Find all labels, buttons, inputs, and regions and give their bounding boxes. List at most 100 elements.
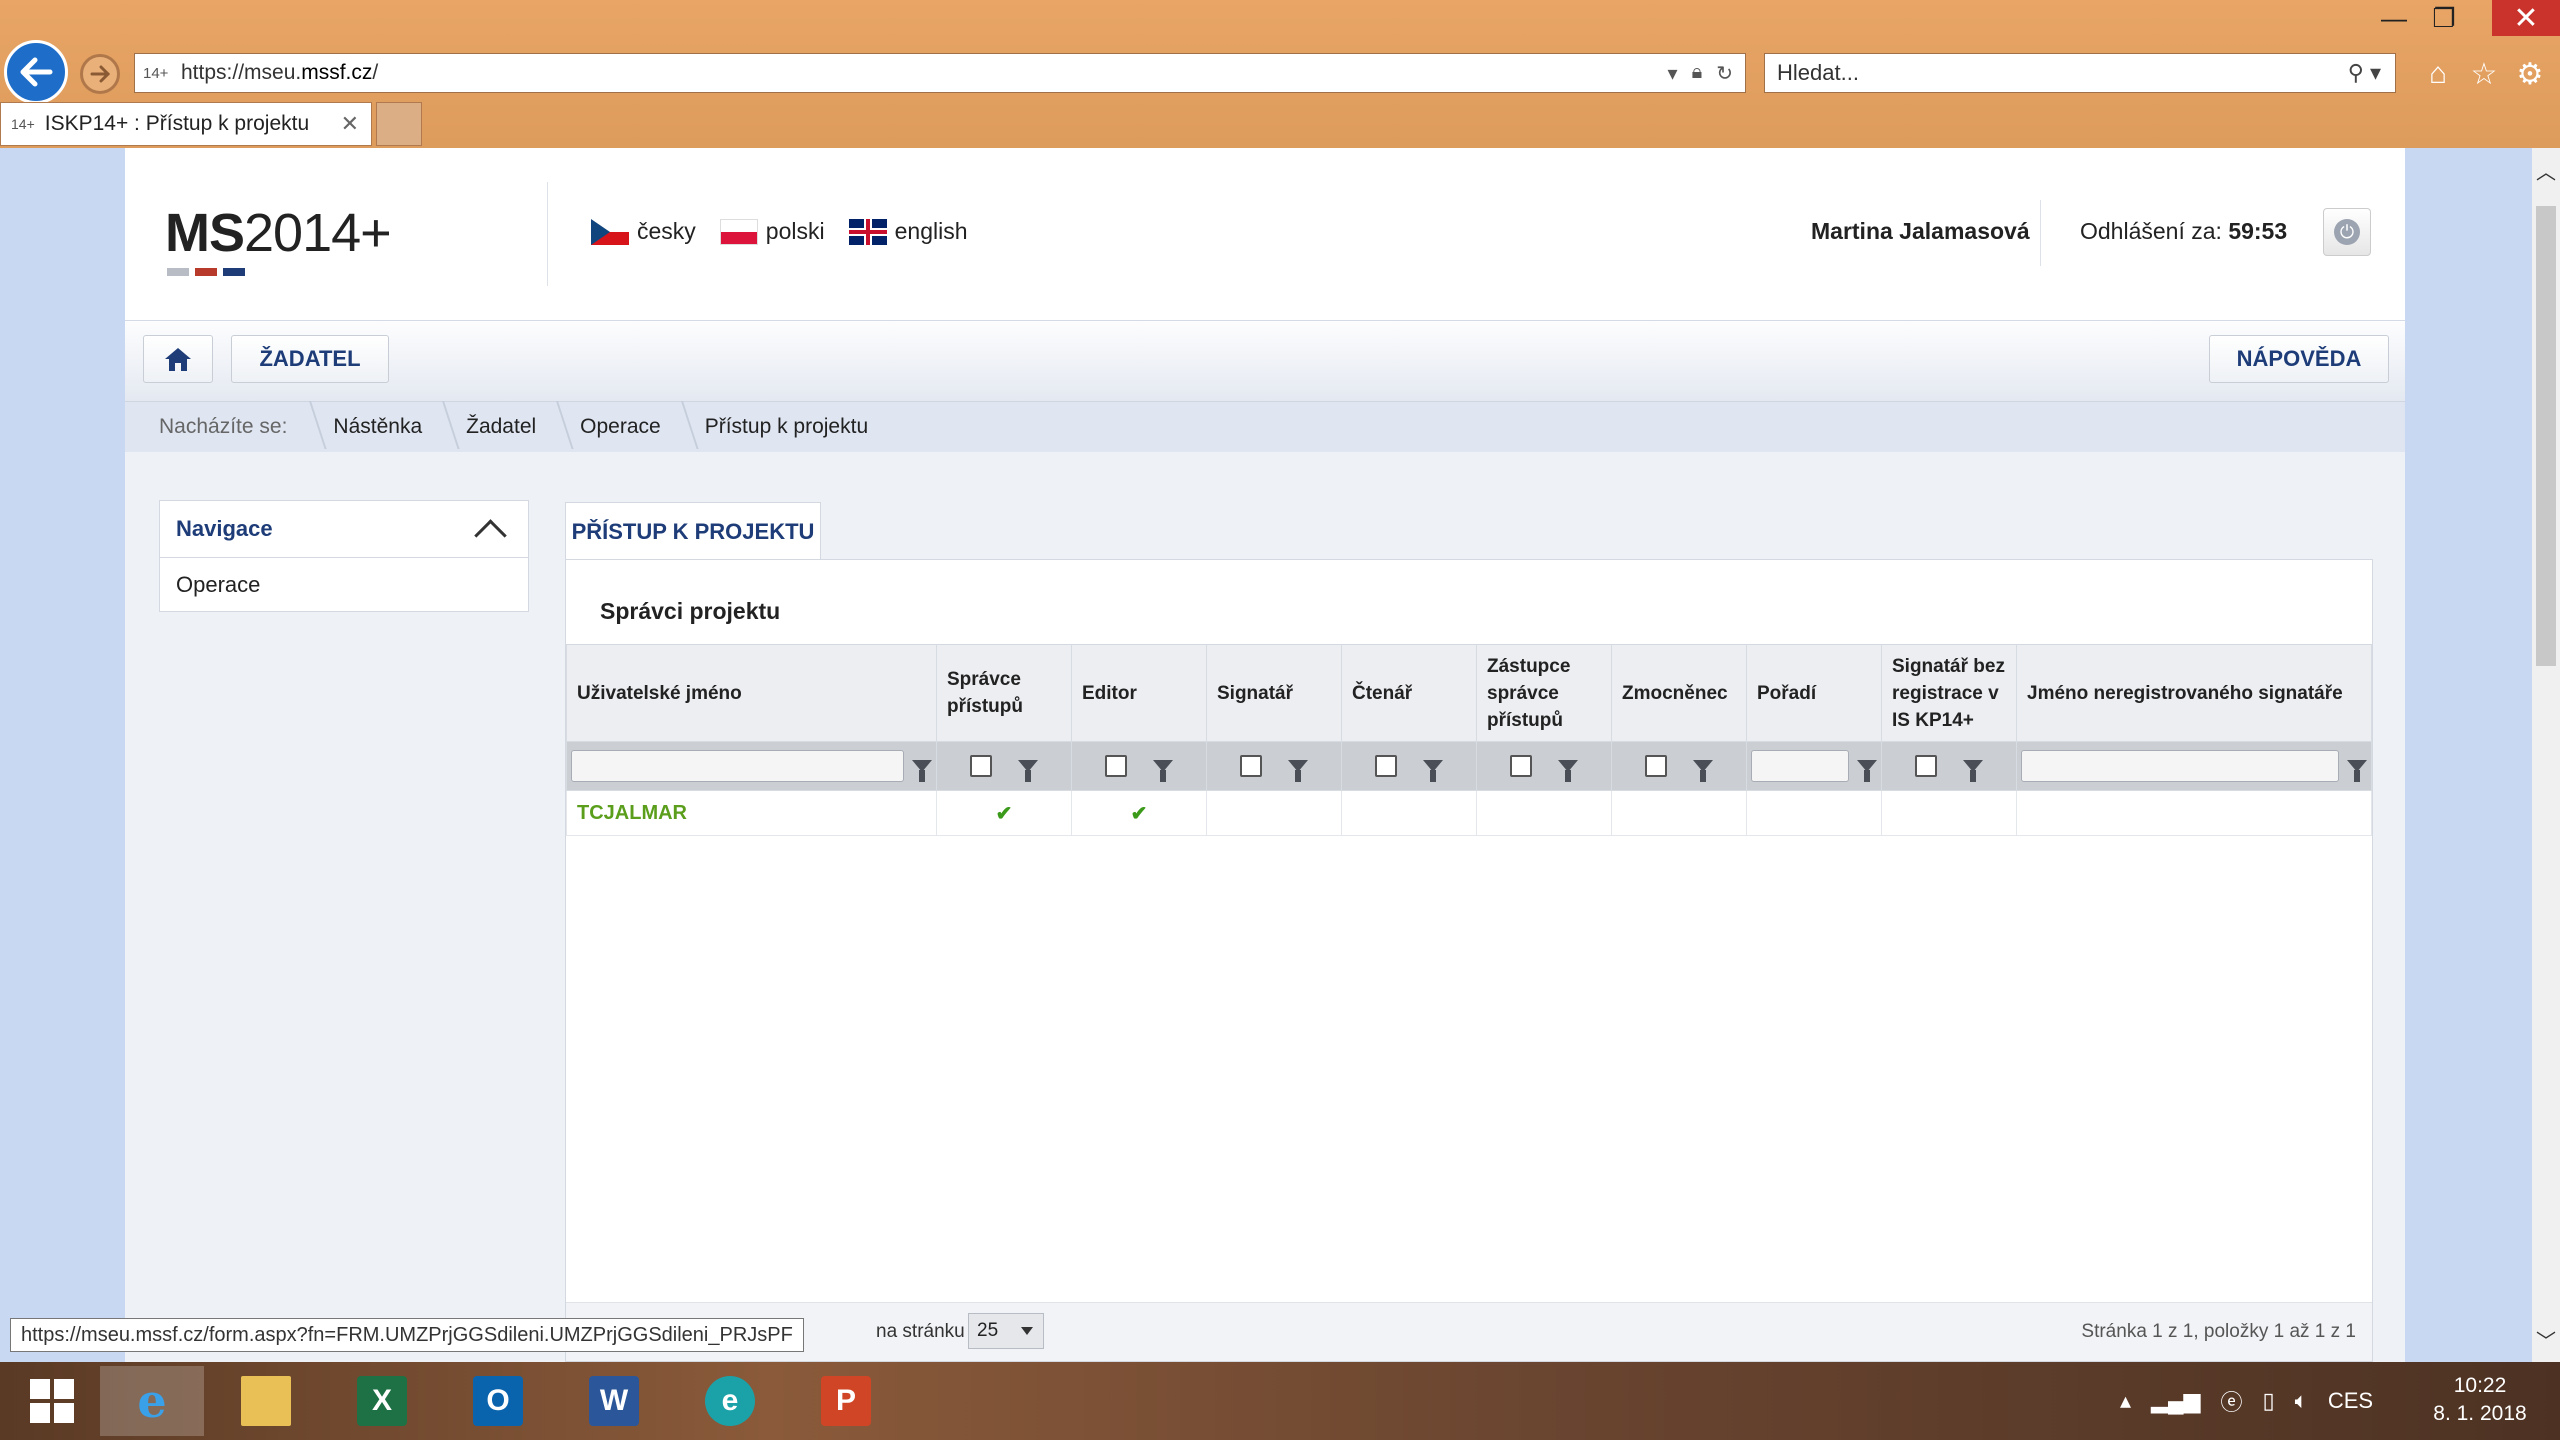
taskbar-outlook[interactable]: O bbox=[446, 1366, 550, 1436]
home-icon bbox=[165, 348, 191, 371]
unregistered-name-filter-input[interactable] bbox=[2021, 750, 2339, 782]
taskbar-edge[interactable]: e bbox=[678, 1366, 782, 1436]
filter-checkbox[interactable] bbox=[1915, 755, 1937, 777]
nav-item-operace[interactable]: Operace bbox=[160, 558, 528, 612]
filter-checkbox[interactable] bbox=[1645, 755, 1667, 777]
filter-checkbox[interactable] bbox=[1375, 755, 1397, 777]
scroll-down-arrow-icon[interactable]: ﹀ bbox=[2532, 1325, 2560, 1354]
col-header-unregistered-signatory[interactable]: Signatář bez registrace v IS KP14+ bbox=[1881, 644, 2017, 742]
scroll-up-arrow-icon[interactable]: ︿ bbox=[2532, 156, 2560, 185]
filter-checkbox[interactable] bbox=[1105, 755, 1127, 777]
help-button[interactable]: NÁPOVĚDA bbox=[2209, 335, 2389, 383]
filter-icon[interactable] bbox=[1153, 760, 1173, 782]
tab-pristup-k-projektu[interactable]: PŘÍSTUP K PROJEKTU bbox=[565, 502, 821, 560]
tab-close-icon[interactable]: ✕ bbox=[341, 111, 359, 137]
taskbar-internet-explorer[interactable]: e bbox=[100, 1366, 204, 1436]
filter-icon[interactable] bbox=[1423, 760, 1443, 782]
col-header-editor[interactable]: Editor bbox=[1071, 644, 1207, 742]
filter-icon[interactable] bbox=[1018, 760, 1038, 782]
filter-icon[interactable] bbox=[1558, 760, 1578, 782]
battery-icon[interactable]: ▯ bbox=[2263, 1388, 2275, 1414]
dropdown-icon[interactable]: ▾ bbox=[1668, 61, 1678, 86]
refresh-icon[interactable]: ↻ bbox=[1716, 61, 1733, 86]
app-header: MS2014+ česky polski english Martina Jal… bbox=[125, 148, 2405, 321]
filter-checkbox[interactable] bbox=[1240, 755, 1262, 777]
filter-row bbox=[566, 741, 2372, 791]
home-button[interactable] bbox=[143, 335, 213, 383]
restore-button[interactable]: ❐ bbox=[2414, 0, 2474, 36]
lock-icon[interactable]: 🔒︎ bbox=[1692, 61, 1703, 86]
taskbar-excel[interactable]: X bbox=[330, 1366, 434, 1436]
gear-icon[interactable]: ⚙ bbox=[2510, 54, 2550, 94]
polish-flag-icon bbox=[719, 218, 758, 245]
page-size-select[interactable]: 25 bbox=[968, 1313, 1044, 1349]
filter-checkbox[interactable] bbox=[970, 755, 992, 777]
eset-icon[interactable]: ⓔ bbox=[2220, 1385, 2242, 1417]
scroll-thumb[interactable] bbox=[2536, 206, 2556, 666]
excel-icon: X bbox=[357, 1376, 407, 1426]
col-header-deputy-admin[interactable]: Zástupce správce přístupů bbox=[1476, 644, 1612, 742]
filter-icon[interactable] bbox=[1963, 760, 1983, 782]
system-tray: ▴ ▂▄▆ ⓔ ▯ 🔈︎ CES bbox=[2120, 1362, 2373, 1440]
grid-pager: na stránku 25 Stránka 1 z 1, položky 1 a… bbox=[566, 1302, 2372, 1361]
volume-icon[interactable]: 🔈︎ bbox=[2295, 1388, 2308, 1414]
col-header-access-admin[interactable]: Správce přístupů bbox=[936, 644, 1072, 742]
filter-icon[interactable] bbox=[2347, 760, 2367, 782]
col-header-signatory[interactable]: Signatář bbox=[1206, 644, 1342, 742]
access-admin-check-icon: ✔ bbox=[936, 790, 1072, 836]
col-header-unregistered-name[interactable]: Jméno neregistrovaného signatáře bbox=[2016, 644, 2372, 742]
home-icon[interactable]: ⌂ bbox=[2418, 54, 2458, 94]
breadcrumb-item-operace[interactable]: Operace bbox=[556, 415, 681, 439]
col-header-username[interactable]: Uživatelské jméno bbox=[566, 644, 937, 742]
ms2014-logo[interactable]: MS2014+ bbox=[165, 202, 392, 276]
col-header-proxy[interactable]: Zmocněnec bbox=[1611, 644, 1747, 742]
chevron-up-icon[interactable] bbox=[474, 518, 507, 552]
new-tab-button[interactable] bbox=[376, 102, 422, 146]
start-button[interactable] bbox=[0, 1366, 104, 1436]
username-filter-input[interactable] bbox=[571, 750, 904, 782]
order-filter-input[interactable] bbox=[1751, 750, 1849, 782]
filter-icon[interactable] bbox=[1857, 760, 1877, 782]
internet-explorer-icon: e bbox=[137, 1374, 167, 1428]
divider bbox=[547, 182, 548, 286]
user-name[interactable]: Martina Jalamasová bbox=[1811, 218, 2030, 245]
tab-favicon: 14+ bbox=[11, 116, 35, 132]
taskbar-file-explorer[interactable] bbox=[214, 1366, 318, 1436]
page-size-label: na stránku bbox=[876, 1321, 965, 1342]
filter-icon[interactable] bbox=[912, 760, 932, 782]
filter-icon[interactable] bbox=[1288, 760, 1308, 782]
forward-button[interactable] bbox=[80, 54, 120, 94]
back-button[interactable] bbox=[4, 40, 68, 104]
input-language[interactable]: CES bbox=[2328, 1388, 2373, 1414]
close-window-button[interactable]: ✕ bbox=[2492, 0, 2560, 36]
logout-timer: Odhlášení za: 59:53 bbox=[2080, 218, 2288, 244]
logout-button[interactable]: ⏻ bbox=[2323, 208, 2371, 256]
windows-taskbar: e X O W e P ▴ ▂▄▆ ⓔ ▯ 🔈︎ CES 10:22 8. 1.… bbox=[0, 1362, 2560, 1440]
breadcrumb-item-zadatel[interactable]: Žadatel bbox=[442, 415, 556, 439]
search-icon[interactable]: ⚲ ▾ bbox=[2348, 60, 2381, 86]
breadcrumb-item-nastenka[interactable]: Nástěnka bbox=[309, 415, 442, 439]
navigation-header[interactable]: Navigace bbox=[160, 501, 528, 558]
lang-czech[interactable]: česky bbox=[591, 218, 696, 245]
lang-english[interactable]: english bbox=[848, 218, 968, 245]
taskbar-clock[interactable]: 10:22 8. 1. 2018 bbox=[2410, 1372, 2550, 1428]
zadatel-button[interactable]: ŽADATEL bbox=[231, 335, 389, 383]
taskbar-powerpoint[interactable]: P bbox=[794, 1366, 898, 1436]
folder-icon bbox=[241, 1376, 291, 1426]
browser-tab-active[interactable]: 14+ ISKP14+ : Přístup k projektu ✕ bbox=[0, 102, 372, 146]
col-header-reader[interactable]: Čtenář bbox=[1341, 644, 1477, 742]
filter-checkbox[interactable] bbox=[1510, 755, 1532, 777]
network-icon[interactable]: ▂▄▆ bbox=[2151, 1388, 2200, 1414]
search-input[interactable]: Hledat... ⚲ ▾ bbox=[1764, 53, 2396, 93]
table-row[interactable]: TCJALMAR ✔ ✔ bbox=[566, 790, 2372, 836]
vertical-scrollbar[interactable]: ︿ ﹀ bbox=[2532, 148, 2560, 1362]
username-link[interactable]: TCJALMAR bbox=[577, 802, 687, 824]
address-bar[interactable]: 14+ https://mseu.mssf.cz/ ▾ 🔒︎ ↻ bbox=[134, 53, 1746, 93]
panel-title: Správci projektu bbox=[600, 598, 781, 624]
filter-icon[interactable] bbox=[1693, 760, 1713, 782]
taskbar-word[interactable]: W bbox=[562, 1366, 666, 1436]
favorites-star-icon[interactable]: ☆ bbox=[2464, 54, 2504, 94]
col-header-order[interactable]: Pořadí bbox=[1746, 644, 1882, 742]
chevron-up-icon[interactable]: ▴ bbox=[2120, 1388, 2131, 1414]
lang-polish[interactable]: polski bbox=[719, 218, 825, 245]
